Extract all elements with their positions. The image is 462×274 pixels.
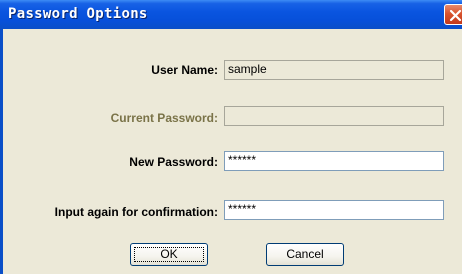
password-options-dialog: Password Options User Name: sample Curre…: [0, 0, 462, 274]
new-password-value: ******: [228, 153, 257, 167]
current-password-label: Current Password:: [110, 111, 218, 125]
dialog-title: Password Options: [8, 6, 148, 22]
cancel-button[interactable]: Cancel: [266, 243, 344, 266]
user-name-label: User Name:: [151, 63, 218, 77]
confirm-password-value: ******: [228, 202, 257, 216]
cancel-button-label: Cancel: [286, 247, 324, 261]
current-password-field: [224, 106, 444, 126]
user-name-field: sample: [224, 60, 444, 80]
new-password-input[interactable]: ******: [224, 151, 444, 171]
close-x-icon: [449, 9, 462, 22]
ok-button-label: OK: [160, 247, 178, 261]
confirm-password-label: Input again for confirmation:: [54, 205, 218, 219]
title-bar[interactable]: Password Options: [0, 0, 462, 29]
window-frame: [0, 29, 3, 274]
new-password-label: New Password:: [129, 155, 218, 169]
close-button[interactable]: [444, 4, 462, 25]
user-name-value: sample: [228, 62, 267, 76]
confirm-password-input[interactable]: ******: [224, 200, 444, 220]
ok-button[interactable]: OK: [130, 243, 208, 266]
